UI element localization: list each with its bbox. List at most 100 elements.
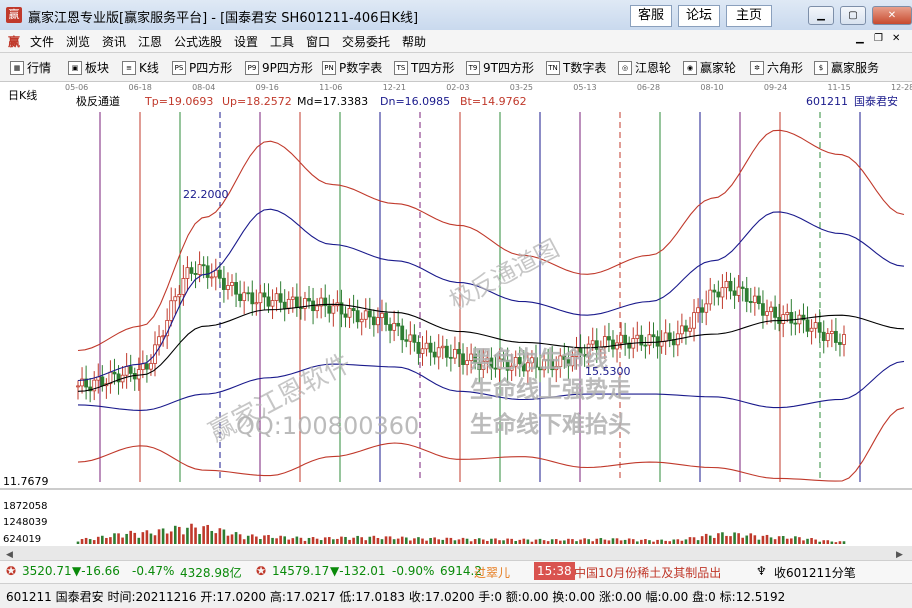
volume-bar bbox=[392, 539, 396, 544]
candle-body bbox=[124, 366, 129, 376]
volume-bar bbox=[696, 540, 700, 544]
candle-body bbox=[453, 348, 457, 359]
tool-sector[interactable]: ▣ 板块 bbox=[68, 59, 109, 76]
volume-bar bbox=[92, 540, 96, 544]
menu-file[interactable]: 文件 bbox=[30, 33, 54, 50]
menu-formula[interactable]: 公式选股 bbox=[174, 33, 222, 50]
candle-body bbox=[359, 318, 364, 323]
menu-window[interactable]: 窗口 bbox=[306, 33, 330, 50]
candle-body bbox=[112, 371, 117, 375]
volume-bar bbox=[157, 529, 161, 544]
tool-gann-wheel[interactable]: ◎ 江恩轮 bbox=[618, 59, 671, 76]
kline-chart[interactable]: 日K线 极反通道 Tp=19.0693 Up=18.2572 Md=17.338… bbox=[0, 82, 912, 560]
candle-body bbox=[720, 287, 725, 298]
watermark-qq: QQ:100800360 bbox=[236, 412, 419, 440]
horizontal-scrollbar[interactable] bbox=[0, 546, 912, 560]
volume-bar bbox=[315, 538, 319, 544]
tool-service[interactable]: $ 赢家服务 bbox=[814, 59, 879, 76]
minimize-button[interactable]: ▁ bbox=[808, 6, 834, 25]
candle-body bbox=[440, 345, 445, 349]
homepage-button[interactable]: 主页 bbox=[726, 5, 772, 27]
tick-record-label[interactable]: 收601211分笔 bbox=[774, 564, 856, 581]
candle-body bbox=[817, 322, 822, 333]
tool-big-wheel[interactable]: ◉ 赢家轮 bbox=[683, 59, 736, 76]
volume-bar bbox=[263, 535, 266, 544]
minimize-icon: ▁ bbox=[817, 10, 825, 21]
tool-p-number-table[interactable]: PN P数字表 bbox=[322, 59, 382, 76]
volume-label-low: 624019 bbox=[3, 534, 41, 545]
volume-bar bbox=[477, 538, 481, 544]
volume-bar bbox=[806, 538, 809, 544]
date-tick-label: 09-24 bbox=[764, 83, 787, 92]
news-ticker[interactable]: 中国10月份稀土及其制品出 bbox=[574, 564, 721, 581]
volume-bar bbox=[826, 540, 830, 544]
toolbar: ▦ 行情 ▣ 板块 ≡ K线 PS P四方形 P9 9P四方形 PN P数字表 TS T四方形… bbox=[0, 53, 912, 82]
volume-bar bbox=[798, 537, 801, 544]
volume-bar bbox=[352, 537, 355, 544]
tool-kline[interactable]: ≡ K线 bbox=[122, 59, 159, 76]
tool-p-square[interactable]: PS P四方形 bbox=[172, 59, 232, 76]
candle-body bbox=[76, 385, 80, 388]
candle-body bbox=[602, 336, 607, 348]
volume-bar bbox=[344, 536, 347, 544]
tool-9p-square[interactable]: P9 9P四方形 bbox=[245, 59, 313, 76]
quote-status-bar: 601211 国泰君安 时间:20211216 开:17.0200 高:17.0… bbox=[0, 583, 912, 608]
tool-hexagon[interactable]: ✲ 六角形 bbox=[750, 59, 803, 76]
maximize-button[interactable]: ▢ bbox=[840, 6, 866, 25]
menu-settings[interactable]: 设置 bbox=[234, 33, 258, 50]
high-price-label: 22.2000 bbox=[183, 188, 229, 201]
candle-body bbox=[611, 339, 615, 350]
sz-index-icon[interactable]: ✪ bbox=[256, 564, 266, 578]
mdi-restore-icon[interactable]: ❐ bbox=[874, 33, 883, 44]
stock-name: 国泰君安 bbox=[854, 94, 898, 108]
menu-trade[interactable]: 交易委托 bbox=[342, 33, 390, 50]
date-tick-label: 11-06 bbox=[319, 83, 342, 92]
watermark-weak: 生命线下难抬头 bbox=[470, 411, 631, 438]
volume-bar bbox=[558, 540, 562, 544]
volume-bar bbox=[202, 526, 205, 544]
candle-body bbox=[461, 353, 465, 365]
volume-bar bbox=[169, 531, 173, 544]
candle-body bbox=[809, 327, 814, 332]
tick-icon[interactable]: ♆ bbox=[756, 564, 767, 578]
tool-t-number-table[interactable]: TN T数字表 bbox=[546, 59, 606, 76]
candle-body bbox=[663, 332, 668, 342]
app-logo-icon: 赢 bbox=[6, 7, 22, 23]
chart-pane[interactable]: 日K线 极反通道 Tp=19.0693 Up=18.2572 Md=17.338… bbox=[0, 82, 912, 560]
candle-body bbox=[209, 276, 214, 279]
volume-label-high: 1872058 bbox=[3, 501, 48, 512]
tool-9t-square[interactable]: T9 9T四方形 bbox=[466, 59, 534, 76]
candle-body bbox=[294, 296, 299, 309]
volume-bar bbox=[773, 539, 777, 544]
volume-bar bbox=[591, 541, 595, 544]
candle-body bbox=[367, 310, 372, 318]
volume-bar bbox=[356, 535, 359, 544]
forum-button[interactable]: 论坛 bbox=[678, 5, 720, 27]
mdi-minimize-icon[interactable]: ▁ bbox=[856, 33, 864, 44]
menu-news[interactable]: 资讯 bbox=[102, 33, 126, 50]
close-button[interactable]: ✕ bbox=[872, 6, 912, 25]
candle-body bbox=[756, 295, 761, 305]
candle-body bbox=[696, 307, 700, 314]
candle-body bbox=[679, 325, 684, 335]
candle-body bbox=[380, 312, 384, 319]
volume-bar bbox=[267, 534, 270, 544]
customer-service-button[interactable]: 客服 bbox=[630, 5, 672, 27]
volume-bar bbox=[242, 539, 246, 544]
mdi-close-icon[interactable]: ✕ bbox=[892, 33, 900, 44]
scroll-right-icon[interactable]: ▶ bbox=[896, 550, 903, 560]
sh-index-icon[interactable]: ✪ bbox=[6, 564, 16, 578]
volume-bar bbox=[794, 536, 797, 544]
volume-bar bbox=[105, 537, 108, 544]
menu-tools[interactable]: 工具 bbox=[270, 33, 294, 50]
volume-bar bbox=[246, 535, 250, 544]
menu-gann[interactable]: 江恩 bbox=[138, 33, 162, 50]
volume-bar bbox=[473, 539, 477, 544]
tool-quotes[interactable]: ▦ 行情 bbox=[10, 59, 51, 76]
menu-browse[interactable]: 浏览 bbox=[66, 33, 90, 50]
volume-bar bbox=[822, 540, 826, 544]
menu-app-icon[interactable]: 赢 bbox=[8, 33, 20, 50]
tool-t-square[interactable]: TS T四方形 bbox=[394, 59, 454, 76]
scroll-left-icon[interactable]: ◀ bbox=[6, 550, 13, 560]
menu-help[interactable]: 帮助 bbox=[402, 33, 426, 50]
